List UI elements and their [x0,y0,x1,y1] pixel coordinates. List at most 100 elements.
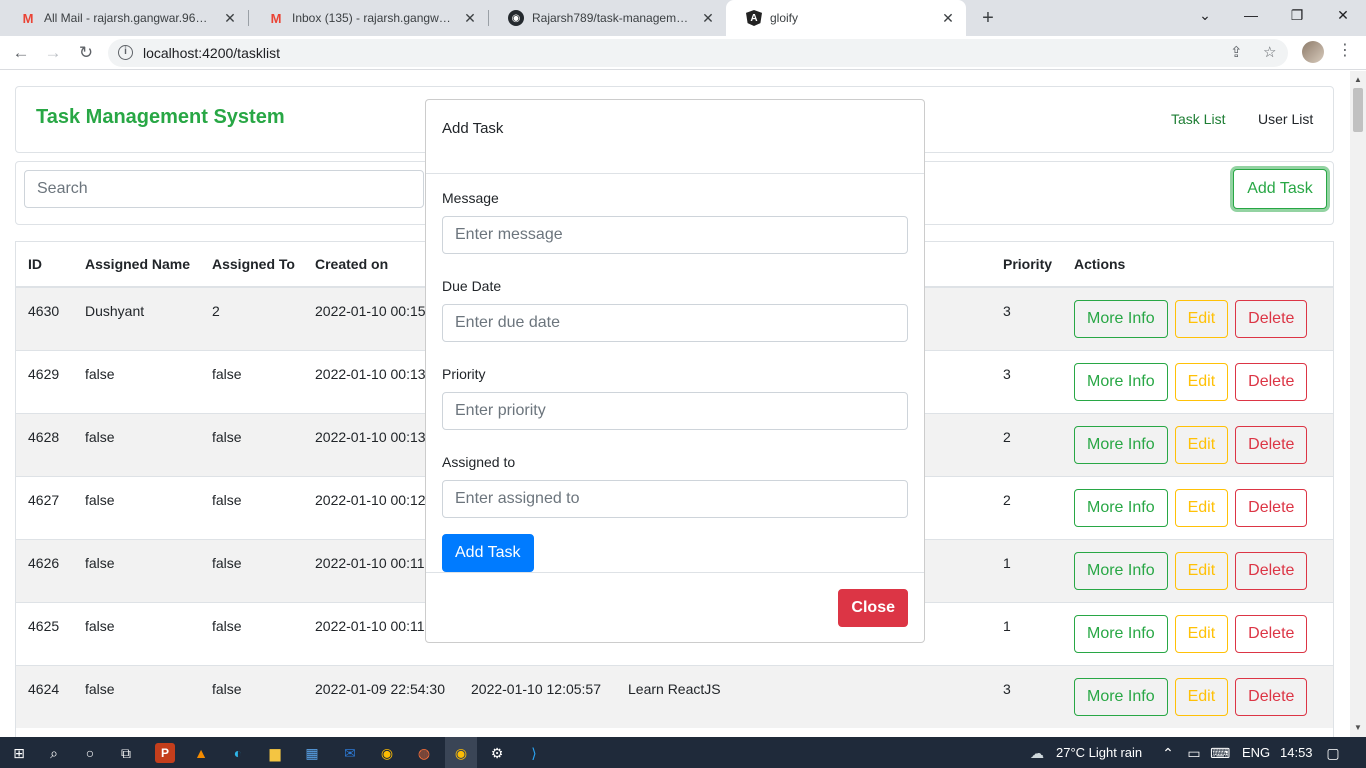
edit-button[interactable]: Edit [1174,614,1229,653]
vlc-icon[interactable]: ▲ [191,743,211,763]
edit-button[interactable]: Edit [1174,488,1229,527]
chevron-up-icon[interactable]: ⌃ [1158,743,1178,763]
edit-button[interactable]: Edit [1174,362,1229,401]
scroll-down-icon[interactable]: ▼ [1354,723,1362,732]
mail-icon[interactable]: ✉ [340,743,360,763]
chrome-active-icon[interactable]: ◉ [451,743,471,763]
edit-button[interactable]: Edit [1174,300,1229,338]
weather-cloud-icon[interactable]: ☁ [1027,743,1047,763]
search-input[interactable] [24,170,424,208]
language-indicator[interactable]: ENG [1242,745,1270,760]
keyboard-icon[interactable]: ⌨ [1210,743,1230,763]
cell-name: false [73,475,200,539]
cell-actions: More Info Edit Delete [1062,412,1333,476]
column-header[interactable]: Assigned Name [73,242,200,288]
tab-title: Rajarsh789/task-management-sy [532,11,694,25]
scroll-up-icon[interactable]: ▲ [1354,75,1362,84]
store-icon[interactable]: ▦ [302,743,322,763]
firefox-icon[interactable]: ◍ [414,743,434,763]
window-close-icon[interactable]: ✕ [1320,0,1366,30]
gmail-icon: M [22,10,34,26]
url-text: localhost:4200/tasklist [143,45,280,61]
restore-icon[interactable]: ❐ [1274,0,1320,30]
app-brand[interactable]: Task Management System [36,106,285,129]
vscode-icon[interactable]: ⟩ [524,743,544,763]
back-icon[interactable]: ← [8,40,34,66]
clock[interactable]: 14:53 [1280,745,1313,760]
browser-tab-inbox[interactable]: M Inbox (135) - rajarsh.gangwar.97( ✕ [248,0,488,36]
angular-icon: A [746,10,762,26]
delete-button[interactable]: Delete [1235,362,1308,401]
search-icon[interactable]: ⌕ [44,743,64,763]
more-info-button[interactable]: More Info [1074,488,1168,527]
settings-gear-icon[interactable]: ⚙ [487,743,507,763]
forward-icon[interactable]: → [40,40,66,66]
more-info-button[interactable]: More Info [1074,614,1168,653]
priority-field[interactable] [442,392,908,430]
close-icon[interactable]: ✕ [222,10,238,27]
more-info-button[interactable]: More Info [1074,551,1168,590]
delete-button[interactable]: Delete [1235,425,1308,464]
address-bar[interactable]: i localhost:4200/tasklist ⇪ ☆ [108,39,1288,67]
edit-button[interactable]: Edit [1174,425,1229,464]
weather-text[interactable]: 27°C Light rain [1056,745,1142,760]
close-icon[interactable]: ✕ [940,10,956,27]
more-info-button[interactable]: More Info [1074,362,1168,401]
browser-tab-gloify[interactable]: A gloify ✕ [726,0,966,36]
edit-button[interactable]: Edit [1174,551,1229,590]
nav-task-list[interactable]: Task List [1171,111,1225,127]
powerpoint-icon[interactable]: P [155,743,175,763]
delete-button[interactable]: Delete [1235,614,1308,653]
column-header[interactable]: Priority [991,242,1062,288]
bookmark-star-icon[interactable]: ☆ [1263,43,1276,61]
new-tab-icon[interactable]: + [976,6,1000,30]
cell-priority: 1 [991,538,1062,602]
cell-actions: More Info Edit Delete [1062,664,1333,728]
column-header[interactable]: Assigned To [200,242,303,288]
column-header: Actions [1062,242,1333,288]
browser-tab-github[interactable]: ◉ Rajarsh789/task-management-sy ✕ [488,0,726,36]
delete-button[interactable]: Delete [1235,677,1308,716]
assigned-to-field[interactable] [442,480,908,518]
share-icon[interactable]: ⇪ [1230,43,1243,61]
cortana-icon[interactable]: ○ [80,743,100,763]
edit-button[interactable]: Edit [1174,677,1229,716]
delete-button[interactable]: Delete [1235,488,1308,527]
add-task-button[interactable]: Add Task [1233,169,1327,209]
message-label: Message [442,190,499,206]
windows-start-icon[interactable]: ⊞ [9,743,29,763]
scrollbar-thumb[interactable] [1353,88,1363,132]
edge-icon[interactable]: ◐ [228,743,248,763]
message-field[interactable] [442,216,908,254]
task-view-icon[interactable]: ⧉ [116,743,136,763]
file-explorer-icon[interactable]: ▆ [265,743,285,763]
delete-button[interactable]: Delete [1235,551,1308,590]
tab-search-icon[interactable]: ⌄ [1182,0,1228,30]
close-modal-button[interactable]: Close [838,589,908,627]
browser-tab-all-mail[interactable]: M All Mail - rajarsh.gangwar.96@gr ✕ [0,0,248,36]
close-icon[interactable]: ✕ [700,10,716,27]
due-date-field[interactable] [442,304,908,342]
cell-id: 4624 [16,664,73,728]
browser-menu-icon[interactable]: ⋮ [1337,40,1353,60]
profile-avatar[interactable] [1302,41,1324,63]
nav-user-list[interactable]: User List [1258,111,1313,127]
submit-task-button[interactable]: Add Task [442,534,534,572]
page-viewport: Task Management System Task List User Li… [0,71,1350,737]
github-icon: ◉ [508,10,524,26]
delete-button[interactable]: Delete [1235,300,1308,338]
cell-name: false [73,538,200,602]
close-icon[interactable]: ✕ [462,10,478,27]
notifications-icon[interactable]: ▢ [1323,743,1343,763]
site-info-icon[interactable]: i [118,45,133,60]
page-scrollbar[interactable]: ▲ ▼ [1350,71,1366,737]
reload-icon[interactable]: ↻ [73,40,99,66]
more-info-button[interactable]: More Info [1074,425,1168,464]
chrome-icon[interactable]: ◉ [377,743,397,763]
column-header[interactable]: ID [16,242,73,288]
more-info-button[interactable]: More Info [1074,677,1168,716]
battery-icon[interactable]: ▭ [1184,743,1204,763]
minimize-icon[interactable]: — [1228,0,1274,30]
cell-name: false [73,664,200,728]
more-info-button[interactable]: More Info [1074,300,1168,338]
